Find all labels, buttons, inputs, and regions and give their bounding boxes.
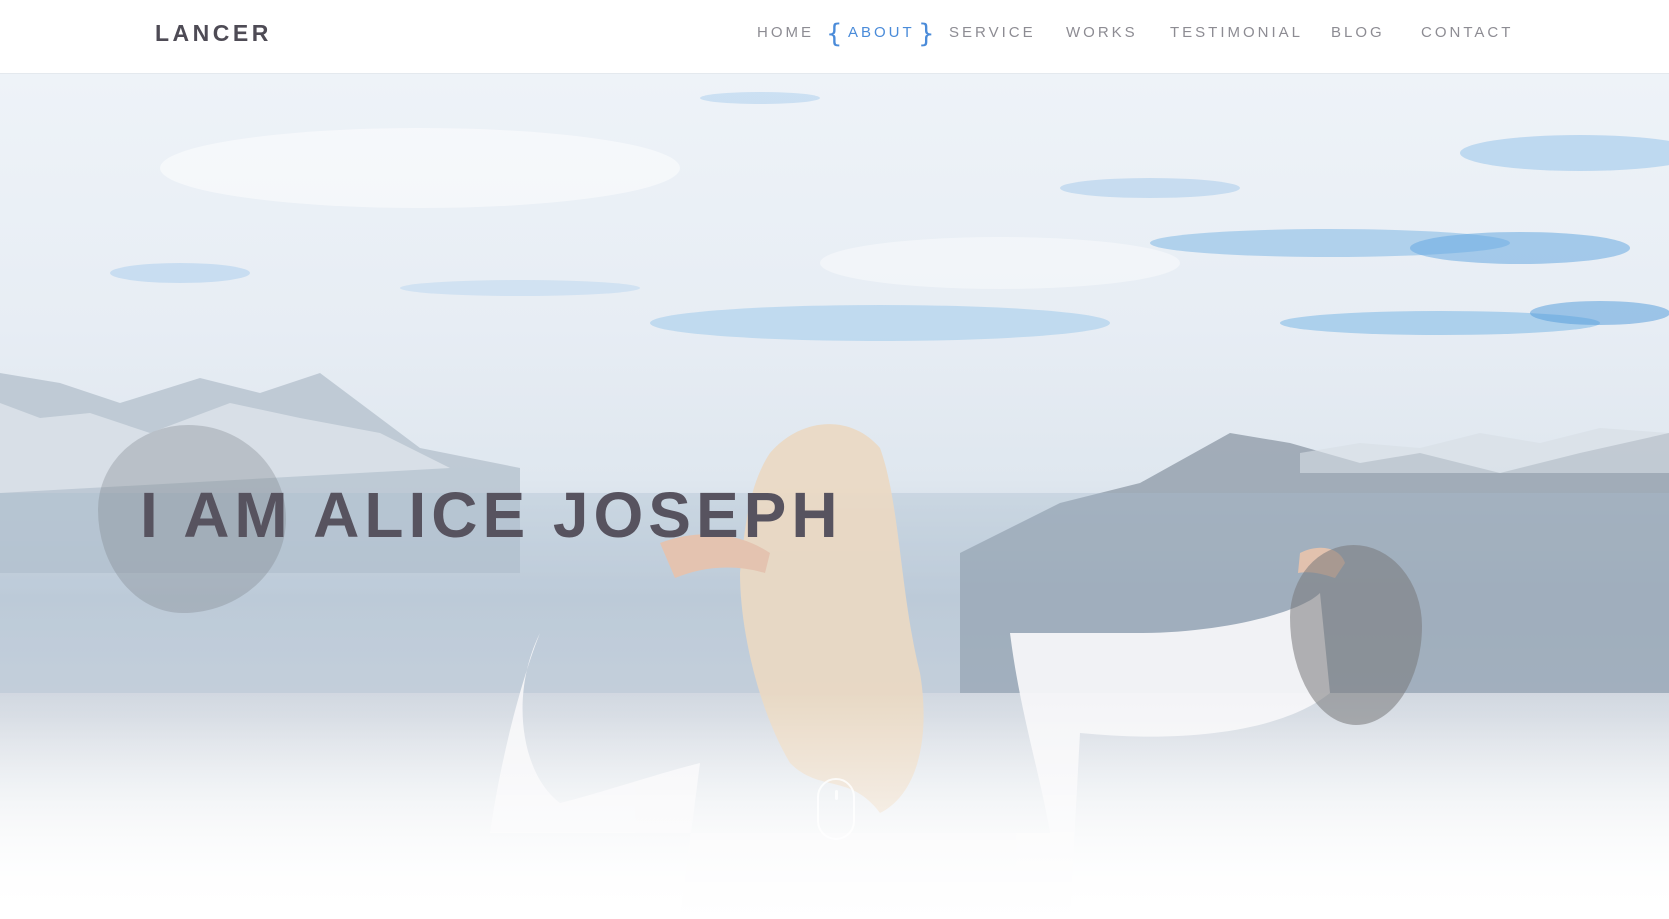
- mouse-scroll-icon[interactable]: [817, 778, 855, 840]
- nav-item-service[interactable]: SERVICE: [949, 24, 1036, 41]
- hero-section: I AM ALICE JOSEPH: [0, 73, 1669, 919]
- sky-clouds: [110, 92, 1669, 341]
- nav-item-contact[interactable]: CONTACT: [1421, 24, 1513, 41]
- nav-item-works[interactable]: WORKS: [1066, 24, 1138, 41]
- nav-item-blog[interactable]: BLOG: [1331, 24, 1385, 41]
- hero-title: I AM ALICE JOSEPH: [140, 479, 843, 551]
- nav-item-testimonial[interactable]: TESTIMONIAL: [1170, 24, 1303, 41]
- nav-menu: HOME { ABOUT } SERVICE WORKS TESTIMONIAL…: [0, 19, 1669, 49]
- active-right-brace: }: [918, 19, 935, 49]
- nav-item-home[interactable]: HOME: [757, 24, 814, 41]
- navbar: LANCER HOME { ABOUT } SERVICE WORKS TEST…: [0, 0, 1669, 73]
- active-left-brace: {: [826, 19, 843, 49]
- scroll-wheel: [835, 790, 838, 800]
- nav-item-about[interactable]: ABOUT: [848, 24, 915, 41]
